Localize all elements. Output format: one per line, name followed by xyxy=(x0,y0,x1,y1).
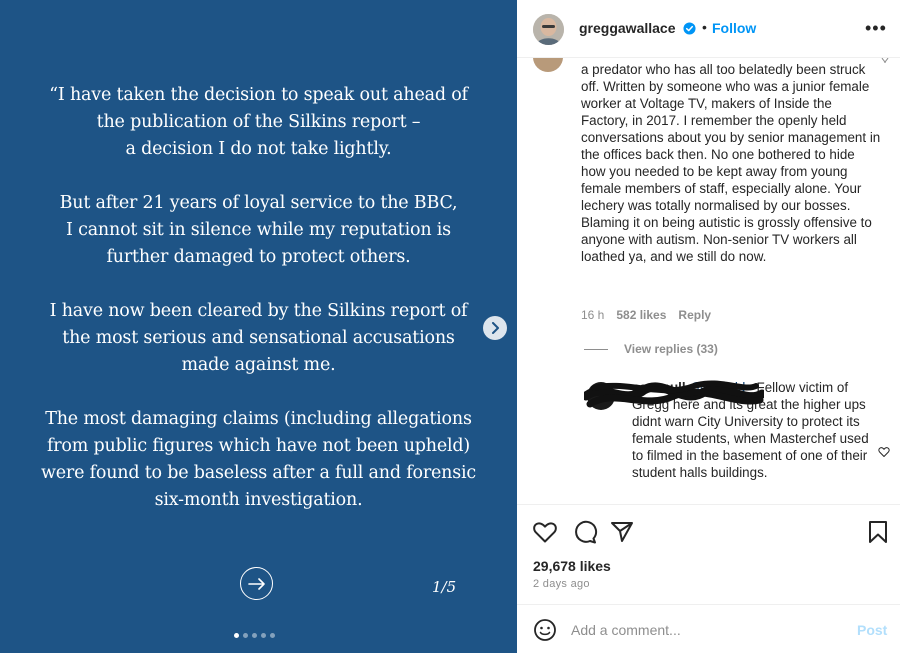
comment-body: a predator who has all too belatedly bee… xyxy=(581,62,881,264)
quote-line: I cannot sit in silence while my reputat… xyxy=(66,220,451,240)
verified-badge-icon xyxy=(683,22,696,35)
post-header: greggawallace • Follow ••• xyxy=(517,0,900,58)
carousel-dot xyxy=(270,633,275,638)
reply-button[interactable]: Reply xyxy=(678,308,711,322)
quote-line: a decision I do not take lightly. xyxy=(125,139,392,159)
carousel-dots xyxy=(234,633,275,638)
post-button[interactable]: Post xyxy=(857,622,887,638)
bookmark-icon[interactable] xyxy=(865,519,891,545)
username-link[interactable]: greggawallace xyxy=(579,20,676,36)
emoji-icon[interactable] xyxy=(533,618,557,642)
carousel-dot xyxy=(234,633,239,638)
separator-dot: • xyxy=(702,19,707,35)
comment-icon[interactable] xyxy=(572,519,598,545)
carousel-dot xyxy=(243,633,248,638)
quote-line: The most damaging claims (including alle… xyxy=(45,409,472,429)
carousel-dot xyxy=(252,633,257,638)
carousel-dot xyxy=(261,633,266,638)
quote-line: I have now been cleared by the Silkins r… xyxy=(49,301,468,321)
quote-paragraph: But after 21 years of loyal service to t… xyxy=(24,190,494,271)
quote-line: “I have taken the decision to speak out … xyxy=(49,85,468,105)
comment-input[interactable] xyxy=(571,618,841,642)
post-panel: greggawallace • Follow ••• a predator wh… xyxy=(517,0,900,653)
follow-button[interactable]: Follow xyxy=(712,20,756,36)
commenter-avatar[interactable] xyxy=(533,58,563,72)
avatar[interactable] xyxy=(533,14,564,45)
add-comment-bar: Post xyxy=(517,604,900,653)
quote-line: the most serious and sensational accusat… xyxy=(62,328,455,348)
post-media: “I have taken the decision to speak out … xyxy=(0,0,517,653)
comments-list[interactable]: a predator who has all too belatedly bee… xyxy=(517,58,900,504)
comment-meta: 16 h 582 likes Reply xyxy=(581,308,711,322)
comment-time: 16 h xyxy=(581,308,605,322)
page-indicator: 1/5 xyxy=(432,578,457,596)
quote-paragraph: “I have taken the decision to speak out … xyxy=(24,82,494,163)
quote-paragraph: The most damaging claims (including alle… xyxy=(24,406,494,514)
more-options-button[interactable]: ••• xyxy=(865,18,887,39)
quote-line: were found to be baseless after a full a… xyxy=(40,463,477,483)
view-replies-button[interactable]: View replies (33) xyxy=(584,342,718,356)
redaction-scribble xyxy=(584,380,764,408)
heart-icon[interactable] xyxy=(878,446,890,458)
quote-text: “I have taken the decision to speak out … xyxy=(0,82,517,541)
quote-line: six-month investigation. xyxy=(154,490,363,510)
likes-count[interactable]: 29,678 likes xyxy=(533,558,611,574)
quote-line: But after 21 years of loyal service to t… xyxy=(59,193,458,213)
quote-paragraph: I have now been cleared by the Silkins r… xyxy=(24,298,494,379)
comment-likes[interactable]: 582 likes xyxy=(616,308,666,322)
chevron-right-icon xyxy=(492,322,499,334)
share-icon[interactable] xyxy=(609,519,635,545)
quote-line: the publication of the Silkins report – xyxy=(96,112,421,132)
like-heart-icon[interactable] xyxy=(532,519,558,545)
quote-line: made against me. xyxy=(181,355,336,375)
profile-photo-icon xyxy=(533,14,564,45)
view-replies-label: View replies (33) xyxy=(624,342,718,356)
divider xyxy=(584,348,608,350)
quote-line: from public figures which have not been … xyxy=(46,436,471,456)
carousel-next-button[interactable] xyxy=(483,316,507,340)
like-comment-icon[interactable] xyxy=(880,58,890,64)
quote-line: further damaged to protect others. xyxy=(106,247,411,267)
arrow-right-icon xyxy=(240,567,273,600)
post-date: 2 days ago xyxy=(533,578,590,590)
post-actions: 29,678 likes 2 days ago xyxy=(517,504,900,604)
